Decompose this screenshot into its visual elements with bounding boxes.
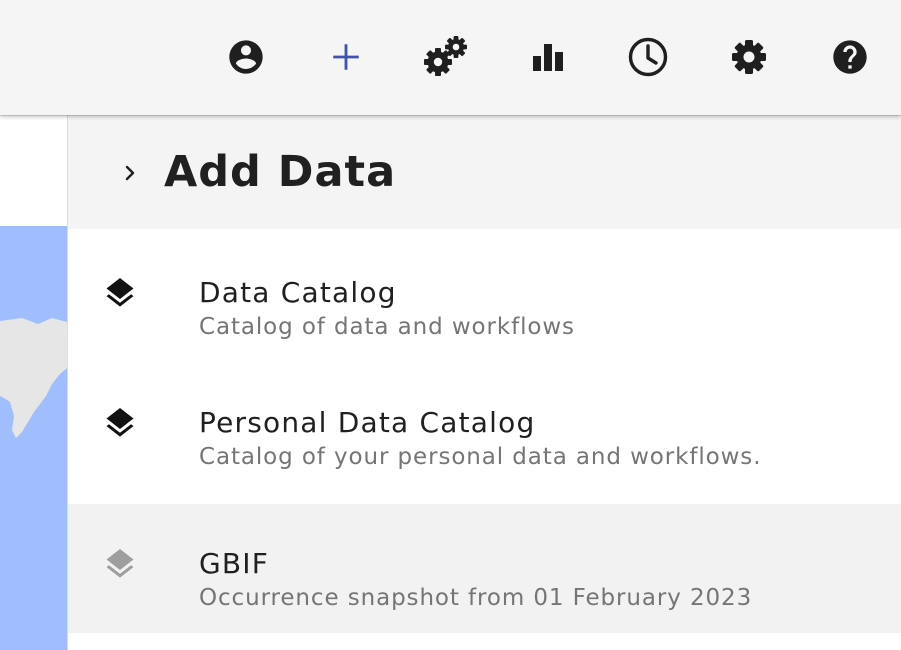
bar-chart-icon [533,44,563,71]
list-item-subtitle: Catalog of your personal data and workfl… [199,444,762,470]
workflow-button[interactable] [421,31,473,83]
add-data-button[interactable] [320,31,372,83]
clock-icon [628,37,668,77]
map-view[interactable] [0,115,67,650]
list-item-title: Data Catalog [199,276,397,309]
history-button[interactable] [622,31,674,83]
layers-icon [102,273,138,313]
list-item-title: GBIF [199,547,270,580]
list-item-gbif[interactable]: GBIF Occurrence snapshot from 01 Februar… [68,504,901,633]
layers-outline-icon [102,544,138,584]
help-circle-icon [833,40,867,74]
map-landmass [0,318,67,438]
settings-button[interactable] [723,31,775,83]
list-item-subtitle: Catalog of data and workflows [199,314,575,340]
workflow-gears-icon [424,36,467,76]
list-item-subtitle: Occurrence snapshot from 01 February 202… [199,585,753,611]
account-circle-icon [229,40,263,74]
settings-gear-icon [732,40,766,74]
account-button[interactable] [220,31,272,83]
panel-header: Add Data [68,115,901,229]
layers-icon [102,403,138,443]
list-item-data-catalog[interactable]: Data Catalog Catalog of data and workflo… [68,229,901,358]
add-data-panel: Add Data Data Catalog Catalog of data an… [67,115,901,650]
top-toolbar [0,0,901,115]
panel-title: Add Data [164,147,397,197]
list-item-title: Personal Data Catalog [199,406,536,439]
help-button[interactable] [824,31,876,83]
plus-icon [333,44,359,70]
chevron-right-icon [125,165,135,181]
plots-button[interactable] [522,31,574,83]
list-item-personal-data-catalog[interactable]: Personal Data Catalog Catalog of your pe… [68,359,901,488]
collapse-button[interactable] [120,161,140,185]
